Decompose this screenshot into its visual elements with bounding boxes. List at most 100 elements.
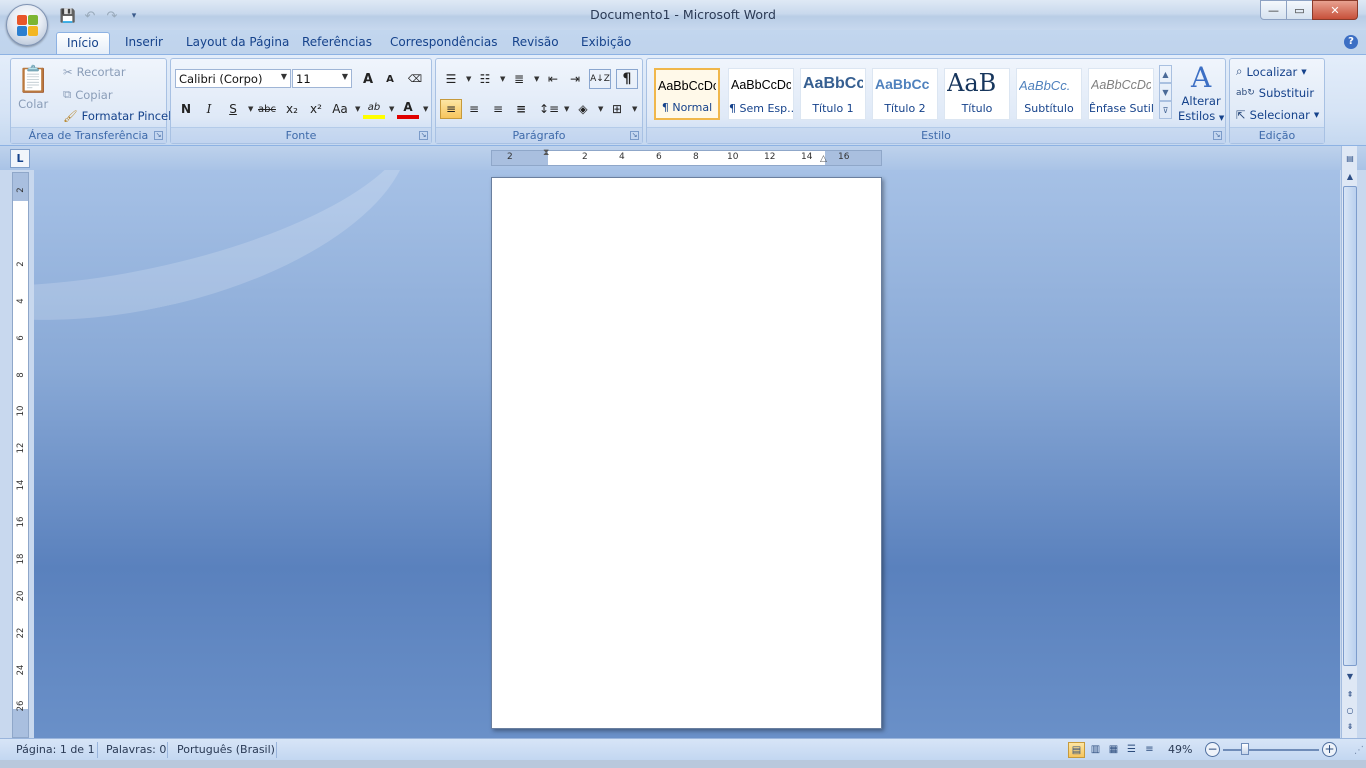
borders-button[interactable]: ⊞ ▼ (606, 99, 637, 119)
chevron-up-icon[interactable]: ▲ (1159, 65, 1172, 83)
status-page[interactable]: Página: 1 de 1 (16, 743, 95, 756)
decrease-indent-button[interactable]: ⇤ (542, 69, 564, 89)
ruler-number: 8 (16, 372, 26, 378)
zoom-slider-track[interactable] (1223, 749, 1319, 751)
superscript-button[interactable]: x² (305, 99, 327, 119)
print-layout-view-icon[interactable]: ▤ (1068, 742, 1085, 758)
style-normal[interactable]: AaBbCcDc ¶ Normal (654, 68, 720, 120)
shrink-font-button[interactable]: A (379, 69, 401, 89)
italic-button[interactable]: I (198, 99, 220, 119)
previous-page-icon[interactable]: ⇞ (1343, 688, 1357, 702)
web-layout-icon[interactable]: ▦ (1105, 742, 1122, 758)
style-subtitle[interactable]: AaBbCc. Subtítulo (1016, 68, 1082, 120)
font-size-select[interactable]: 11 ▼ (292, 69, 352, 88)
status-language[interactable]: Português (Brasil) (177, 743, 275, 756)
tab-correspondencias[interactable]: Correspondências (390, 35, 497, 49)
bullets-button[interactable]: ☰ ▼ (440, 69, 472, 89)
multilevel-button[interactable]: ≣ ▼ (508, 69, 539, 89)
style-heading-2[interactable]: AaBbCc Título 2 (872, 68, 938, 120)
scroll-thumb[interactable] (1343, 186, 1357, 666)
vertical-ruler[interactable]: 2 2 4 6 8 10 12 14 16 18 20 22 24 26 (12, 172, 29, 738)
clear-format-button[interactable]: ⌫ (404, 69, 426, 89)
style-heading-1[interactable]: AaBbCc Título 1 (800, 68, 866, 120)
tab-layout[interactable]: Layout da Página (186, 35, 289, 49)
change-styles-button[interactable]: A Alterar Estilos ▼ (1178, 63, 1224, 124)
font-launcher-icon[interactable]: ↘ (419, 131, 428, 140)
chevron-down-icon[interactable]: ▼ (1159, 83, 1172, 101)
vertical-scrollbar[interactable]: ▤ ▲ ▼ ⇞ ○ ⇟ (1341, 146, 1357, 738)
zoom-slider-thumb[interactable] (1241, 743, 1249, 755)
increase-indent-button[interactable]: ⇥ (564, 69, 586, 89)
align-left-button[interactable]: ≡ (440, 99, 462, 119)
ruler-toggle-icon[interactable]: ▤ (1343, 152, 1357, 166)
style-sample: AaBbCc (803, 75, 863, 92)
align-center-button[interactable]: ≡ (463, 99, 485, 119)
zoom-out-button[interactable]: − (1205, 742, 1220, 757)
italic-icon: I (206, 102, 212, 116)
paste-button[interactable]: 📋 Colar (17, 65, 49, 111)
strikethrough-button[interactable]: abc (256, 99, 278, 119)
format-painter-button[interactable]: 🖌 Formatar Pincel (63, 109, 171, 123)
outline-view-icon[interactable]: ☰ (1123, 742, 1140, 758)
status-words[interactable]: Palavras: 0 (106, 743, 166, 756)
line-spacing-button[interactable]: ↕≡ ▼ (538, 99, 569, 119)
chevron-down-icon: ▼ (632, 105, 638, 113)
maximize-button[interactable]: ▭ (1286, 0, 1313, 20)
paragraph-launcher-icon[interactable]: ↘ (630, 131, 639, 140)
shading-button[interactable]: ◈ ▼ (572, 99, 603, 119)
tab-revisao[interactable]: Revisão (512, 35, 559, 49)
align-right-button[interactable]: ≡ (487, 99, 509, 119)
zoom-level[interactable]: 49% (1168, 743, 1192, 756)
scroll-down-icon[interactable]: ▼ (1343, 670, 1357, 684)
browse-object-icon[interactable]: ○ (1343, 704, 1357, 718)
tab-exibicao[interactable]: Exibição (581, 35, 631, 49)
right-indent-marker-icon[interactable]: △ (820, 154, 827, 164)
highlight-button[interactable]: ab ▼ (363, 99, 394, 119)
justify-button[interactable]: ≡ (510, 99, 532, 119)
style-no-spacing[interactable]: AaBbCcDc ¶ Sem Esp... (728, 68, 794, 120)
cut-button[interactable]: ✂ Recortar (63, 65, 126, 79)
styles-gallery-scroll[interactable]: ▲ ▼ ⊽ (1159, 65, 1172, 119)
change-case-button[interactable]: Aa ▼ (329, 99, 360, 119)
font-color-button[interactable]: A ▼ (397, 99, 428, 119)
style-subtle-emphasis[interactable]: AaBbCcDc Ênfase Sutil (1088, 68, 1154, 120)
clipboard-launcher-icon[interactable]: ↘ (154, 131, 163, 140)
indent-marker-icon[interactable]: ⧗ (543, 148, 549, 158)
document-page[interactable] (491, 177, 882, 729)
ruler-number: 20 (16, 590, 26, 602)
tab-selector-button[interactable]: L (10, 149, 30, 168)
scroll-up-icon[interactable]: ▲ (1343, 170, 1357, 184)
horizontal-ruler[interactable]: 2 2 4 6 8 10 12 14 16 ⧗ △ (491, 148, 882, 166)
tab-referencias[interactable]: Referências (302, 35, 372, 49)
grow-font-button[interactable]: A (357, 69, 379, 89)
draft-view-icon[interactable]: ≡ (1141, 742, 1158, 758)
replace-button[interactable]: ab↻ Substituir (1236, 86, 1314, 100)
ruler-number: 16 (16, 516, 26, 528)
close-button[interactable]: ✕ (1312, 0, 1358, 20)
office-button[interactable] (6, 4, 48, 46)
more-icon[interactable]: ⊽ (1159, 101, 1172, 119)
next-page-icon[interactable]: ⇟ (1343, 720, 1357, 734)
font-family-select[interactable]: Calibri (Corpo) ▼ (175, 69, 291, 88)
copy-icon: ⧉ (63, 87, 72, 101)
tab-inserir[interactable]: Inserir (125, 35, 163, 49)
sort-button[interactable]: A↓Z (589, 69, 611, 89)
clipboard-icon: 📋 (17, 65, 50, 95)
subscript-button[interactable]: x₂ (281, 99, 303, 119)
zoom-in-button[interactable]: + (1322, 742, 1337, 757)
underline-button[interactable]: S ▼ (222, 99, 253, 119)
styles-launcher-icon[interactable]: ↘ (1213, 131, 1222, 140)
minimize-button[interactable]: — (1260, 0, 1287, 20)
full-screen-reading-icon[interactable]: ▥ (1087, 742, 1104, 758)
resize-grip-icon[interactable]: ⋰ (1354, 745, 1364, 756)
copy-button[interactable]: ⧉ Copiar (63, 87, 113, 102)
find-button[interactable]: ⌕ Localizar ▼ (1236, 64, 1307, 79)
numbering-button[interactable]: ☷ ▼ (474, 69, 506, 89)
help-icon[interactable]: ? (1344, 35, 1358, 49)
style-sample: AaBbCcDc (658, 79, 716, 93)
tab-inicio[interactable]: Início (56, 32, 110, 55)
select-button[interactable]: ⇱ Selecionar ▼ (1236, 108, 1319, 122)
style-title[interactable]: AaB Título (944, 68, 1010, 120)
bold-button[interactable]: N (175, 99, 197, 119)
show-marks-button[interactable]: ¶ (616, 69, 638, 89)
